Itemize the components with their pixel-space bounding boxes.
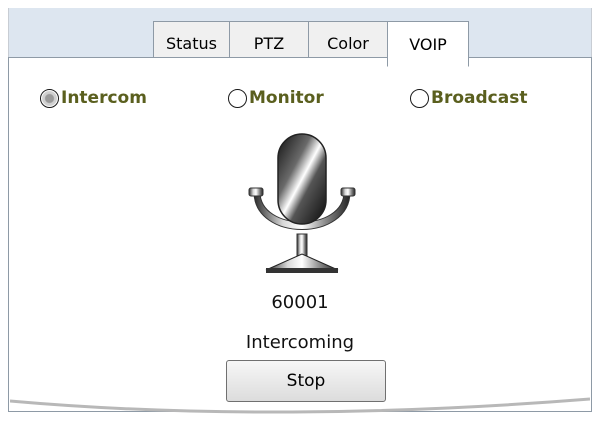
tab-strip: Status PTZ Color VOIP — [8, 8, 592, 67]
radio-broadcast[interactable]: Broadcast — [410, 88, 527, 108]
radio-broadcast-label: Broadcast — [431, 88, 528, 108]
port-number: 60001 — [271, 292, 329, 313]
tab-voip[interactable]: VOIP — [387, 21, 469, 67]
radio-broadcast-indicator — [410, 88, 429, 108]
stop-button[interactable]: Stop — [226, 360, 386, 402]
radio-monitor-label: Monitor — [249, 88, 324, 108]
decorative-swoosh — [10, 397, 590, 414]
radio-intercom[interactable]: Intercom — [40, 88, 147, 108]
radio-monitor[interactable]: Monitor — [228, 88, 324, 108]
call-status: Intercoming — [245, 332, 355, 353]
radio-monitor-indicator — [228, 88, 247, 108]
microphone-icon — [248, 133, 356, 273]
voip-window: Status PTZ Color VOIP Intercom Monitor B… — [0, 0, 601, 424]
radio-intercom-indicator — [40, 88, 59, 108]
radio-intercom-label: Intercom — [61, 88, 147, 108]
